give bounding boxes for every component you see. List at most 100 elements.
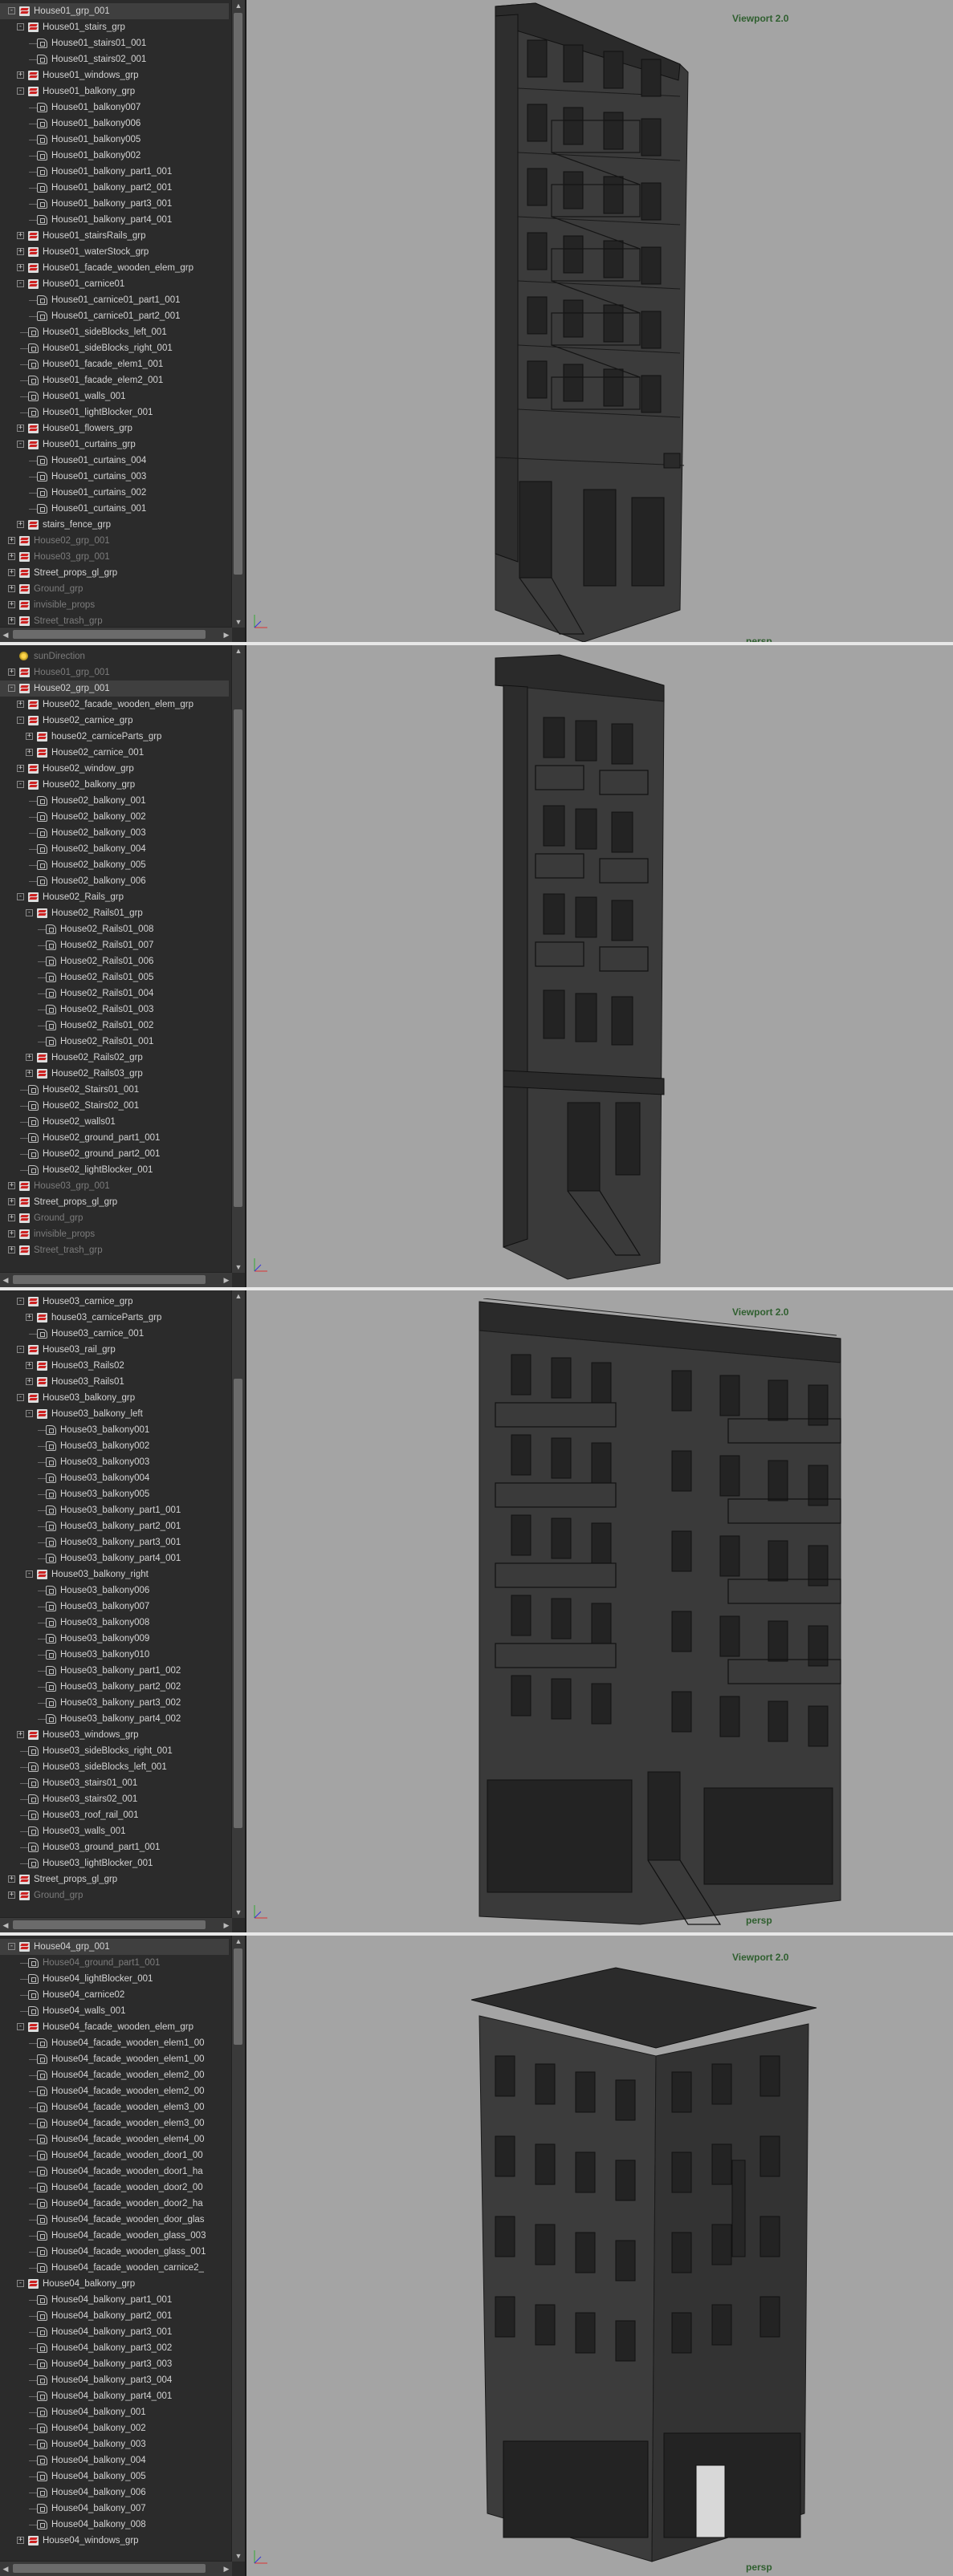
- expand-toggle-icon[interactable]: +: [8, 585, 15, 592]
- outliner-item[interactable]: + invisible_props: [0, 597, 229, 613]
- outliner-item[interactable]: - House02_Rails_grp: [0, 889, 229, 905]
- outliner-item[interactable]: House02_balkony_004: [0, 841, 229, 857]
- outliner-item[interactable]: + House02_window_grp: [0, 761, 229, 777]
- scroll-down-arrow-icon[interactable]: ▼: [232, 1262, 245, 1273]
- viewport-3d[interactable]: Viewport 2.0 persp: [246, 1936, 953, 2576]
- outliner-item[interactable]: + Ground_grp: [0, 1887, 229, 1904]
- scroll-left-arrow-icon[interactable]: ◀: [0, 1918, 11, 1932]
- outliner-item[interactable]: House04_balkony_part4_001: [0, 2388, 229, 2404]
- collapse-toggle-icon[interactable]: -: [17, 1394, 24, 1401]
- outliner-item[interactable]: - House04_balkony_grp: [0, 2276, 229, 2292]
- outliner-item[interactable]: House01_balkony_part1_001: [0, 164, 229, 180]
- outliner-item[interactable]: House02_Stairs02_001: [0, 1098, 229, 1114]
- outliner-item[interactable]: House03_stairs02_001: [0, 1791, 229, 1807]
- outliner-item[interactable]: House03_sideBlocks_left_001: [0, 1759, 229, 1775]
- expand-toggle-icon[interactable]: +: [8, 569, 15, 576]
- outliner-item[interactable]: + House01_grp_001: [0, 664, 229, 681]
- outliner-item[interactable]: House02_Rails01_003: [0, 1002, 229, 1018]
- scroll-left-arrow-icon[interactable]: ◀: [0, 2562, 11, 2576]
- expand-toggle-icon[interactable]: +: [8, 553, 15, 560]
- outliner-item[interactable]: + Street_props_gl_grp: [0, 565, 229, 581]
- outliner-item[interactable]: - House01_curtains_grp: [0, 437, 229, 453]
- outliner-item[interactable]: House03_balkony_part1_002: [0, 1663, 229, 1679]
- expand-toggle-icon[interactable]: +: [17, 248, 24, 255]
- outliner-item[interactable]: House01_walls_001: [0, 388, 229, 404]
- outliner-item[interactable]: House02_lightBlocker_001: [0, 1162, 229, 1178]
- outliner-item[interactable]: - House01_balkony_grp: [0, 83, 229, 100]
- outliner-item[interactable]: House02_balkony_003: [0, 825, 229, 841]
- outliner-item[interactable]: House02_walls01: [0, 1114, 229, 1130]
- outliner-item[interactable]: - House03_rail_grp: [0, 1342, 229, 1358]
- scroll-right-arrow-icon[interactable]: ▶: [221, 628, 232, 642]
- outliner-item[interactable]: House03_balkony010: [0, 1647, 229, 1663]
- outliner-item[interactable]: House03_carnice_001: [0, 1326, 229, 1342]
- outliner-item[interactable]: House02_Rails01_001: [0, 1034, 229, 1050]
- scrollbar-thumb[interactable]: [13, 2564, 206, 2573]
- outliner-item[interactable]: - House04_facade_wooden_elem_grp: [0, 2019, 229, 2035]
- outliner-item[interactable]: + House02_facade_wooden_elem_grp: [0, 697, 229, 713]
- expand-toggle-icon[interactable]: +: [8, 668, 15, 676]
- outliner-item[interactable]: + House01_windows_grp: [0, 67, 229, 83]
- expand-toggle-icon[interactable]: +: [8, 537, 15, 544]
- outliner-item[interactable]: + House02_Rails03_grp: [0, 1066, 229, 1082]
- outliner-item[interactable]: + House03_Rails02: [0, 1358, 229, 1374]
- outliner-horizontal-scrollbar[interactable]: ◀ ▶: [0, 1917, 232, 1932]
- outliner-item[interactable]: House03_balkony003: [0, 1454, 229, 1470]
- outliner-item[interactable]: + House03_windows_grp: [0, 1727, 229, 1743]
- outliner-item[interactable]: House03_walls_001: [0, 1823, 229, 1839]
- collapse-toggle-icon[interactable]: -: [17, 781, 24, 788]
- expand-toggle-icon[interactable]: +: [17, 71, 24, 79]
- outliner-item[interactable]: House02_ground_part1_001: [0, 1130, 229, 1146]
- outliner-item[interactable]: House02_Rails01_005: [0, 969, 229, 985]
- scroll-up-arrow-icon[interactable]: ▲: [232, 0, 245, 11]
- outliner-item[interactable]: House04_balkony_001: [0, 2404, 229, 2420]
- scrollbar-thumb[interactable]: [13, 1920, 206, 1929]
- outliner-item[interactable]: House01_balkony_part4_001: [0, 212, 229, 228]
- outliner-item[interactable]: + House03_Rails01: [0, 1374, 229, 1390]
- expand-toggle-icon[interactable]: +: [17, 765, 24, 772]
- outliner-item[interactable]: House04_balkony_part3_003: [0, 2356, 229, 2372]
- collapse-toggle-icon[interactable]: -: [26, 909, 33, 916]
- outliner-item[interactable]: House01_balkony006: [0, 116, 229, 132]
- outliner-item[interactable]: House02_Rails01_008: [0, 921, 229, 937]
- outliner-item[interactable]: House03_balkony006: [0, 1583, 229, 1599]
- expand-toggle-icon[interactable]: +: [8, 1246, 15, 1253]
- collapse-toggle-icon[interactable]: -: [17, 1346, 24, 1353]
- outliner-item[interactable]: - House01_stairs_grp: [0, 19, 229, 35]
- collapse-toggle-icon[interactable]: -: [17, 87, 24, 95]
- expand-toggle-icon[interactable]: +: [8, 1198, 15, 1205]
- outliner-item[interactable]: House02_balkony_002: [0, 809, 229, 825]
- outliner-item[interactable]: House02_Rails01_006: [0, 953, 229, 969]
- outliner-item[interactable]: House01_stairs02_001: [0, 51, 229, 67]
- expand-toggle-icon[interactable]: +: [17, 1731, 24, 1738]
- scroll-up-arrow-icon[interactable]: ▲: [232, 645, 245, 656]
- outliner-item[interactable]: - House03_carnice_grp: [0, 1294, 229, 1310]
- outliner-item[interactable]: House02_Stairs01_001: [0, 1082, 229, 1098]
- viewport-3d[interactable]: Viewport 2.0 persp: [246, 1290, 953, 1932]
- collapse-toggle-icon[interactable]: -: [17, 1298, 24, 1305]
- outliner-horizontal-scrollbar[interactable]: ◀ ▶: [0, 2561, 232, 2576]
- outliner-item[interactable]: House03_balkony002: [0, 1438, 229, 1454]
- outliner-vertical-scrollbar[interactable]: ▲ ▼: [231, 1936, 245, 2562]
- outliner-item[interactable]: House01_sideBlocks_left_001: [0, 324, 229, 340]
- outliner-item[interactable]: House04_balkony_004: [0, 2452, 229, 2468]
- expand-toggle-icon[interactable]: +: [8, 1214, 15, 1221]
- outliner-item[interactable]: House03_balkony_part1_001: [0, 1502, 229, 1518]
- outliner-item[interactable]: House02_balkony_006: [0, 873, 229, 889]
- expand-toggle-icon[interactable]: +: [26, 1070, 33, 1077]
- outliner-item[interactable]: + house03_carniceParts_grp: [0, 1310, 229, 1326]
- outliner-item[interactable]: House04_walls_001: [0, 2003, 229, 2019]
- outliner-item[interactable]: House04_balkony_part1_001: [0, 2292, 229, 2308]
- expand-toggle-icon[interactable]: +: [8, 617, 15, 624]
- scroll-left-arrow-icon[interactable]: ◀: [0, 1273, 11, 1287]
- outliner-item[interactable]: House01_curtains_002: [0, 485, 229, 501]
- outliner-item[interactable]: House03_balkony008: [0, 1615, 229, 1631]
- outliner-item[interactable]: + House01_stairsRails_grp: [0, 228, 229, 244]
- outliner-item[interactable]: House04_facade_wooden_door_glas: [0, 2212, 229, 2228]
- expand-toggle-icon[interactable]: +: [8, 1875, 15, 1883]
- expand-toggle-icon[interactable]: +: [8, 1891, 15, 1899]
- outliner-item[interactable]: House01_carnice01_part1_001: [0, 292, 229, 308]
- outliner-item[interactable]: - House02_carnice_grp: [0, 713, 229, 729]
- outliner-item[interactable]: + House01_waterStock_grp: [0, 244, 229, 260]
- outliner-horizontal-scrollbar[interactable]: ◀ ▶: [0, 627, 232, 642]
